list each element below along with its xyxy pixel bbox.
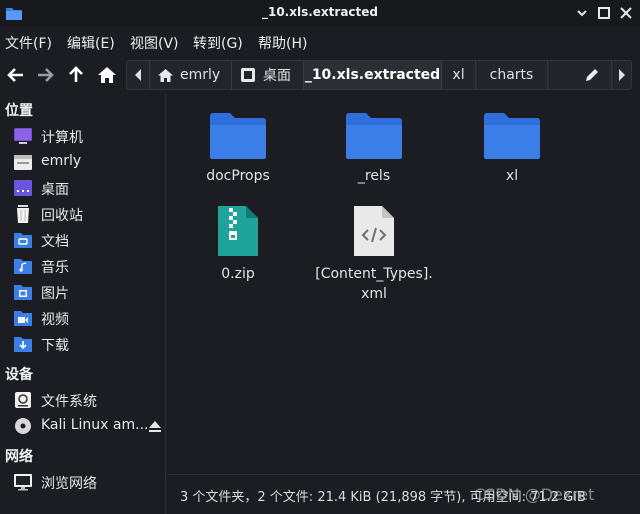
code-file-icon [354,206,394,256]
sidebar-item-downloads[interactable]: 下载 [0,331,166,357]
back-button[interactable] [5,64,27,86]
file-item-docprops[interactable]: docProps [183,112,293,186]
forward-arrow-icon [38,68,54,82]
folder-icon [484,113,540,159]
sidebar-item-computer[interactable]: 计算机 [0,123,166,149]
close-icon[interactable] [618,5,634,21]
chevron-left-icon [135,69,141,81]
toolbar: emrly 桌面 _10.xls.extracted xl charts [0,56,640,94]
downloads-folder-icon [14,337,32,352]
path-bar: emrly 桌面 _10.xls.extracted xl charts [126,60,632,90]
network-icon [14,474,32,491]
places-heading: 位置 [5,103,33,119]
file-item-xl[interactable]: xl [457,112,567,186]
menu-view[interactable]: 视图(V) [130,33,179,53]
file-view: docProps _rels xl 0.zip [Content_Types].… [167,94,640,474]
up-button[interactable] [65,64,87,86]
optical-disc-icon [15,418,31,434]
sidebar-item-filesystem[interactable]: 文件系统 [0,387,166,413]
sidebar-item-browse-network[interactable]: 浏览网络 [0,469,166,495]
sidebar-item-trash[interactable]: 回收站 [0,201,166,227]
file-item-content-types[interactable]: [Content_Types].xml [312,204,436,304]
home-folder-icon [14,155,32,170]
sidebar-item-documents[interactable]: 文档 [0,227,166,253]
eject-icon[interactable] [148,419,162,433]
folder-icon [210,113,266,159]
pictures-folder-icon [14,285,32,300]
crumb-emrly[interactable]: emrly [149,61,231,89]
crumb-more[interactable] [547,61,611,89]
home-icon [98,67,116,83]
up-arrow-icon [69,66,83,82]
file-item-zip[interactable]: 0.zip [183,204,293,284]
maximize-icon[interactable] [596,5,612,21]
file-item-rels[interactable]: _rels [319,112,429,186]
menu-edit[interactable]: 编辑(E) [67,33,115,53]
sidebar-item-music[interactable]: 音乐 [0,253,166,279]
home-icon [158,68,173,82]
zip-archive-icon [218,206,258,256]
menu-go[interactable]: 转到(G) [193,33,243,53]
path-scroll-right[interactable] [611,61,631,89]
back-arrow-icon [7,68,23,82]
desktop-icon [241,68,255,82]
folder-icon [346,113,402,159]
sidebar-item-kali-disc[interactable]: Kali Linux am... [0,413,166,439]
crumb-xl[interactable]: xl [441,61,475,89]
drive-icon [15,392,31,408]
devices-heading: 设备 [5,367,33,383]
trash-icon [17,205,29,223]
crumb-charts[interactable]: charts [475,61,547,89]
crumb-desktop[interactable]: 桌面 [231,61,303,89]
chevron-right-icon [618,69,625,81]
music-folder-icon [14,259,32,274]
desktop-icon [14,180,32,196]
sidebar: 位置 计算机 emrly 桌面 回收站 文档 音乐 图片 视频 下载 设备 文件… [0,94,166,514]
sidebar-item-emrly[interactable]: emrly [0,149,166,175]
sidebar-item-desktop[interactable]: 桌面 [0,175,166,201]
menu-help[interactable]: 帮助(H) [258,33,307,53]
documents-folder-icon [14,233,32,248]
network-heading: 网络 [5,449,33,465]
computer-icon [14,128,32,144]
watermark: CSDN @Dexret [474,485,595,504]
minimize-icon[interactable] [574,5,590,21]
menu-bar: 文件(F) 编辑(E) 视图(V) 转到(G) 帮助(H) [0,27,640,56]
sidebar-item-pictures[interactable]: 图片 [0,279,166,305]
videos-folder-icon [14,311,32,326]
path-scroll-left[interactable] [127,61,149,89]
crumb-current-folder[interactable]: _10.xls.extracted [303,61,441,89]
forward-button[interactable] [34,64,56,86]
sidebar-item-videos[interactable]: 视频 [0,305,166,331]
window-title: _10.xls.extracted [261,5,379,19]
menu-file[interactable]: 文件(F) [5,33,52,53]
pencil-icon [586,69,598,81]
title-bar: _10.xls.extracted [0,0,640,27]
home-button[interactable] [96,64,118,86]
